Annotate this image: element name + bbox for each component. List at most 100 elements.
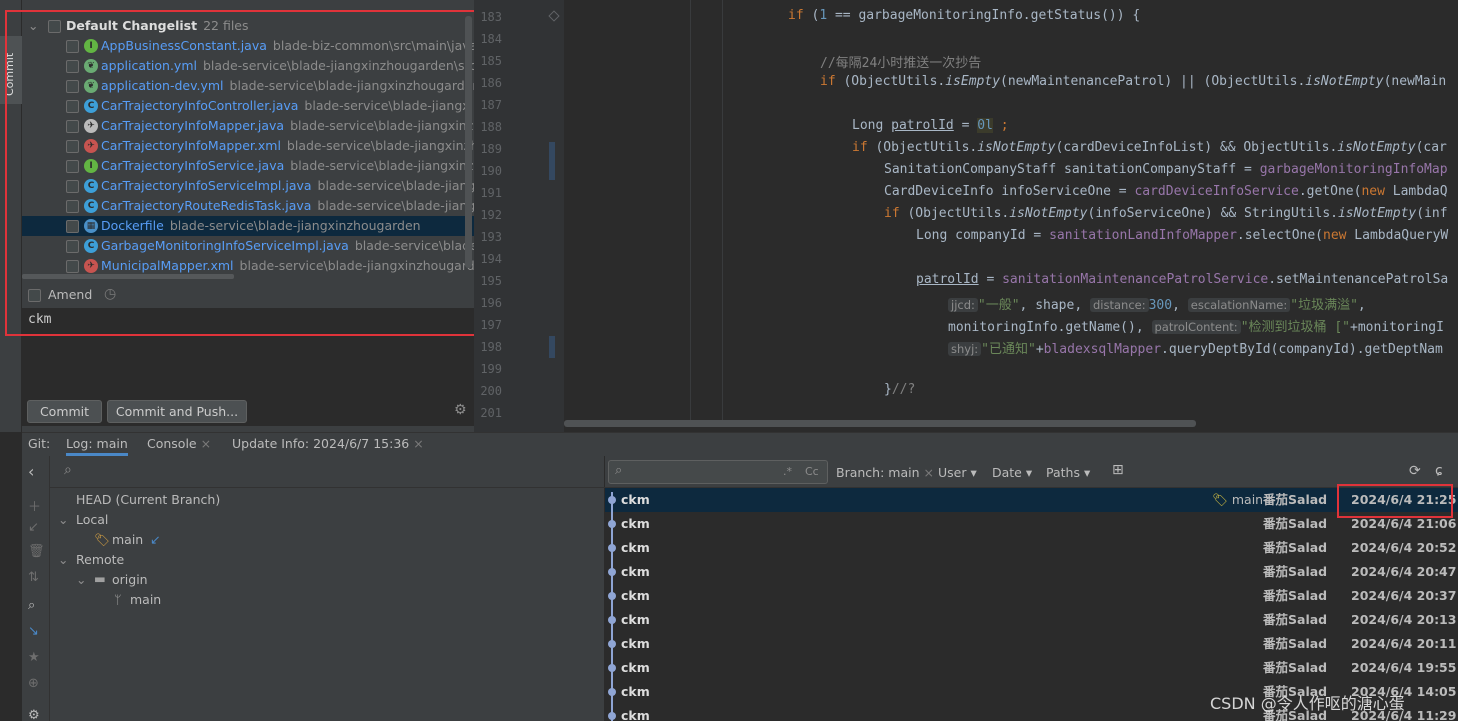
fold-marker-icon[interactable] [548, 10, 560, 22]
changelist-node[interactable]: ⌄ Default Changelist 22 files [22, 16, 474, 36]
commit-message: ckm [621, 636, 650, 651]
commit-row[interactable]: ckm 番茄Salad 2024/6/4 21:06 [605, 512, 1458, 536]
changed-file-row[interactable]: I AppBusinessConstant.java blade-biz-commo… [22, 36, 474, 56]
tab-console[interactable]: Console × [147, 436, 211, 451]
refresh-icon[interactable]: ⟳ [1409, 463, 1421, 479]
commit-tool-tab[interactable]: Commit [0, 36, 22, 104]
tag-icon: 🏷 [94, 532, 110, 547]
changed-file-row[interactable]: ✈ CarTrajectoryInfoMapper.xml blade-servic… [22, 136, 474, 156]
commit-author: 番茄Salad [1263, 660, 1328, 675]
chevron-left-icon[interactable]: ‹ [28, 462, 34, 481]
gear-icon[interactable]: ⚙ [454, 402, 467, 418]
commit-author: 番茄Salad [1263, 516, 1328, 531]
changed-file-row[interactable]: ❦ application.yml blade-service\blade-jian… [22, 56, 474, 76]
file-checkbox[interactable] [66, 160, 79, 173]
changed-file-row[interactable]: C GarbageMonitoringInfoServiceImpl.java bl… [22, 236, 474, 256]
chevron-down-icon[interactable]: ⌄ [76, 572, 86, 587]
code-line-191: CardDeviceInfo infoServiceOne = cardDevi… [884, 184, 1448, 199]
commit-and-push-button[interactable]: Commit and Push... [107, 400, 247, 423]
file-checkbox[interactable] [66, 260, 79, 273]
editor-horizontal-scrollbar[interactable] [564, 420, 1196, 427]
chevron-down-icon[interactable]: ⌄ [58, 512, 68, 527]
branch-local-main[interactable]: main [112, 532, 143, 547]
file-name: CarTrajectoryInfoServiceImpl.java [101, 178, 312, 193]
gear-icon[interactable]: ⚙ [28, 708, 40, 721]
commit-graph-line [611, 492, 613, 721]
file-checkbox[interactable] [66, 100, 79, 113]
commit-row[interactable]: ckm 番茄Salad 2024/6/4 20:13 [605, 608, 1458, 632]
log-search-input[interactable]: ⌕ .* Cc [608, 460, 828, 484]
branch-filter[interactable]: Branch: main × [836, 465, 934, 480]
changed-file-row[interactable]: ✈ CarTrajectoryInfoMapper.java blade-servi… [22, 116, 474, 136]
commit-message: ckm [621, 540, 650, 555]
line-number: 187 [480, 98, 502, 112]
tab-update-info[interactable]: Update Info: 2024/6/7 15:36 × [232, 436, 424, 451]
commit-row[interactable]: ckm 番茄Salad 2024/6/4 19:55 [605, 656, 1458, 680]
file-checkbox[interactable] [66, 40, 79, 53]
line-number: 194 [480, 252, 502, 266]
changelist-checkbox[interactable] [48, 20, 61, 33]
file-checkbox[interactable] [66, 220, 79, 233]
commit-row[interactable]: ckm 番茄Salad 2024/6/4 20:11 [605, 632, 1458, 656]
branch-group-remote[interactable]: Remote [76, 552, 124, 567]
branch-search-input[interactable]: ⌕ [50, 456, 605, 488]
tab-log-main[interactable]: Log: main [66, 436, 128, 456]
file-checkbox[interactable] [66, 200, 79, 213]
file-checkbox[interactable] [66, 180, 79, 193]
line-number: 191 [480, 186, 502, 200]
commit-row[interactable]: ckm 番茄Salad 2024/6/4 20:52 [605, 536, 1458, 560]
commit-message: ckm [621, 492, 650, 507]
file-checkbox[interactable] [66, 80, 79, 93]
file-tree-horizontal-scrollbar[interactable] [22, 274, 234, 279]
file-tree-scrollbar[interactable] [465, 16, 472, 268]
file-checkbox[interactable] [66, 140, 79, 153]
navigate-icon[interactable]: ↘ [28, 624, 39, 639]
file-checkbox[interactable] [66, 60, 79, 73]
file-checkbox[interactable] [66, 240, 79, 253]
remote-origin[interactable]: origin [112, 572, 148, 587]
changed-file-row[interactable]: C CarTrajectoryRouteRedisTask.java blade-s… [22, 196, 474, 216]
code-line-197: monitoringInfo.getName(), patrolContent:… [948, 320, 1444, 335]
file-path: blade-biz-common\src\main\java\org [272, 38, 474, 53]
commit-row[interactable]: ckm 番茄Salad 2024/6/4 20:47 [605, 560, 1458, 584]
branch-head[interactable]: HEAD (Current Branch) [76, 492, 220, 507]
history-clock-icon[interactable]: ◷ [104, 286, 116, 302]
close-icon[interactable]: × [413, 436, 423, 451]
file-name: CarTrajectoryInfoMapper.java [101, 118, 285, 133]
search-icon[interactable]: ⌕ [28, 598, 35, 613]
close-icon[interactable]: × [201, 436, 211, 451]
arrow-down-left-icon[interactable]: ↙ [28, 520, 39, 535]
close-icon[interactable]: × [924, 465, 934, 480]
branch-origin-main[interactable]: main [130, 592, 161, 607]
changed-file-row[interactable]: C CarTrajectoryInfoController.java blade-s… [22, 96, 474, 116]
plus-icon[interactable]: ＋ [28, 496, 41, 515]
amend-checkbox[interactable] [28, 289, 41, 302]
changed-file-row[interactable]: I CarTrajectoryInfoService.java blade-serv… [22, 156, 474, 176]
commit-button[interactable]: Commit [27, 400, 102, 423]
compare-icon[interactable]: ⇅ [28, 570, 39, 585]
commit-panel: ⌄ Default Changelist 22 files I AppBusines… [22, 8, 474, 432]
code-editor[interactable]: if (1 == garbageMonitoringInfo.getStatus… [564, 0, 1458, 432]
date-filter[interactable]: Date ▾ [992, 465, 1032, 480]
match-case-toggle[interactable]: Cc [805, 465, 819, 478]
changed-file-row[interactable]: ✈ MunicipalMapper.xml blade-service\blade-… [22, 256, 474, 276]
chevron-down-icon[interactable]: ⌄ [28, 16, 38, 36]
chevron-down-icon[interactable]: ⌄ [58, 552, 68, 567]
changed-file-row[interactable]: ❦ application-dev.yml blade-service\blade-… [22, 76, 474, 96]
trash-icon[interactable]: 🗑 [28, 544, 45, 559]
regex-toggle[interactable]: .* [783, 465, 792, 478]
new-tab-icon[interactable]: ⊞ [1112, 462, 1124, 478]
branch-group-local[interactable]: Local [76, 512, 108, 527]
expand-icon[interactable]: ⊕ [28, 676, 39, 691]
user-filter[interactable]: User ▾ [938, 465, 977, 480]
file-checkbox[interactable] [66, 120, 79, 133]
star-icon[interactable]: ★ [28, 650, 40, 665]
cherry-pick-icon[interactable]: ɕ [1435, 463, 1443, 479]
commit-row[interactable]: ckm 番茄Salad 2024/6/4 20:37 [605, 584, 1458, 608]
changed-file-row[interactable]: ▦ Dockerfile blade-service\blade-jiangxinz… [22, 216, 474, 236]
code-line-190: SanitationCompanyStaff sanitationCompany… [884, 162, 1448, 177]
code-line-198: shyj: "已通知"+bladexsqlMapper.queryDeptById… [948, 338, 1443, 357]
changed-file-row[interactable]: C CarTrajectoryInfoServiceImpl.java blade-… [22, 176, 474, 196]
paths-filter[interactable]: Paths ▾ [1046, 465, 1090, 480]
commit-row[interactable]: ckm 🏷 main 番茄Salad 2024/6/4 21:25 [605, 488, 1458, 512]
